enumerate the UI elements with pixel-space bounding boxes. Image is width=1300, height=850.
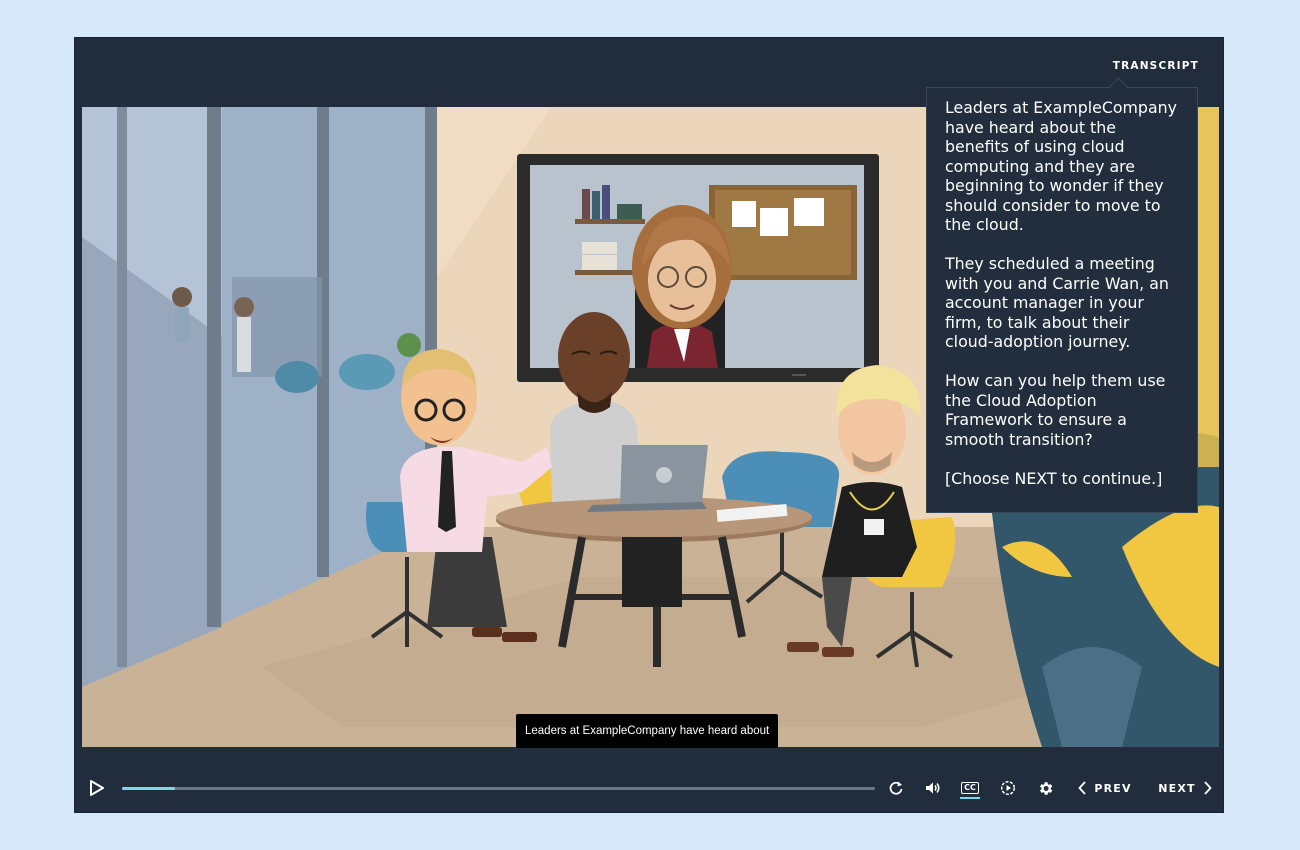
play-button[interactable] bbox=[87, 762, 107, 814]
transcript-toggle-button[interactable]: TRANSCRIPT bbox=[1113, 60, 1199, 72]
settings-button[interactable] bbox=[1032, 762, 1058, 814]
chevron-right-icon bbox=[1204, 781, 1212, 795]
prev-label: PREV bbox=[1094, 781, 1132, 795]
transcript-paragraph: [Choose NEXT to continue.] bbox=[945, 468, 1163, 488]
prev-button[interactable]: PREV bbox=[1075, 762, 1135, 814]
next-label: NEXT bbox=[1158, 781, 1196, 795]
volume-button[interactable] bbox=[920, 762, 946, 814]
settings-gear-icon bbox=[1039, 781, 1052, 795]
playback-speed-button[interactable] bbox=[995, 762, 1021, 814]
closed-captions-button[interactable]: CC bbox=[957, 762, 983, 814]
transcript-paragraph: They scheduled a meeting with you and Ca… bbox=[945, 254, 1169, 351]
cc-active-indicator bbox=[960, 797, 980, 799]
replay-button[interactable] bbox=[883, 762, 909, 814]
transcript-paragraph: How can you help them use the Cloud Adop… bbox=[945, 371, 1166, 449]
closed-captions-icon: CC bbox=[960, 782, 980, 799]
progress-bar[interactable] bbox=[122, 787, 875, 790]
replay-icon bbox=[889, 781, 903, 795]
play-icon bbox=[90, 780, 104, 796]
chevron-left-icon bbox=[1078, 781, 1086, 795]
next-button[interactable]: NEXT bbox=[1155, 762, 1215, 814]
volume-icon bbox=[926, 782, 940, 794]
playback-speed-icon bbox=[1000, 780, 1016, 796]
closed-caption: Leaders at ExampleCompany have heard abo… bbox=[516, 714, 779, 748]
video-player: TRANSCRIPT Leaders at ExampleCompany hav… bbox=[74, 37, 1224, 813]
player-controls: CC PREV NEXT bbox=[75, 762, 1223, 814]
cc-label: CC bbox=[964, 783, 976, 792]
transcript-paragraph: Leaders at ExampleCompany have heard abo… bbox=[945, 98, 1177, 234]
progress-fill bbox=[122, 787, 175, 790]
transcript-panel: Leaders at ExampleCompany have heard abo… bbox=[926, 87, 1198, 513]
